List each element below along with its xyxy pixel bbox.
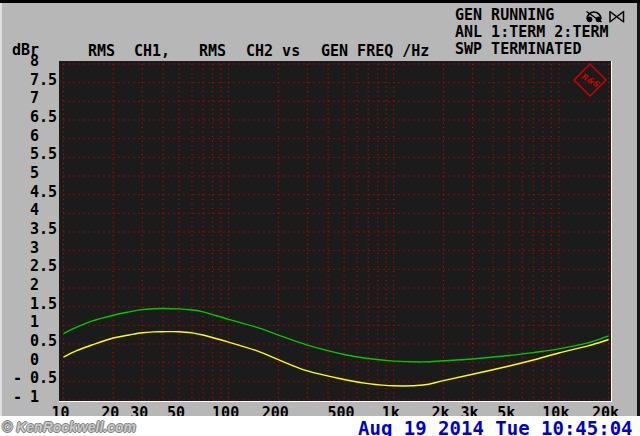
- y-tick-label: 5: [0, 165, 62, 181]
- y-tick-label: 3.5: [0, 221, 62, 237]
- y-tick-label: 5.5: [0, 146, 62, 162]
- y-tick-label: 1.5: [0, 296, 62, 312]
- plot-area: R&S: [59, 61, 612, 402]
- trace-title-ch2: CH2 vs: [246, 42, 300, 60]
- y-tick-label: 6.5: [0, 109, 62, 125]
- y-tick-label: 4: [0, 202, 62, 218]
- status-sweep: SWP TERMINATED: [455, 41, 609, 58]
- muted-headphones-icon: [587, 12, 602, 23]
- watermark: © KenRockwell.com: [2, 419, 136, 435]
- muted-speaker-icon: [610, 11, 624, 23]
- window-top-edge: [0, 0, 640, 3]
- y-tick-label: 7: [0, 90, 62, 106]
- y-tick-label: 0.5: [0, 333, 62, 349]
- trace-title-ch1: CH1,: [134, 42, 170, 60]
- analyzer-screen: GEN RUNNINGANL 1:TERM 2:TERMSWP TERMINAT…: [0, 0, 640, 436]
- y-tick-label: -1: [0, 389, 62, 405]
- status-icons: [585, 9, 627, 29]
- y-tick-label: 0: [0, 352, 62, 368]
- y-tick-label: 7.5: [0, 72, 62, 88]
- y-tick-label: 2: [0, 277, 62, 293]
- trace-rms-ch1: [64, 309, 609, 362]
- y-tick-label: 3: [0, 240, 62, 256]
- y-tick-label: 8: [0, 53, 62, 69]
- trace-rms-ch2: [64, 332, 609, 386]
- footer-bar: © KenRockwell.com Aug 19 2014 Tue 10:45:…: [0, 416, 640, 436]
- y-tick-label: -0.5: [0, 370, 62, 386]
- y-tick-label: 4.5: [0, 184, 62, 200]
- x-axis-title: GEN FREQ /Hz: [321, 42, 429, 60]
- trace-title-rms2: RMS: [199, 42, 226, 60]
- rs-logo: R&S: [572, 62, 608, 98]
- y-tick-label: 1: [0, 314, 62, 330]
- datetime-label: Aug 19 2014 Tue 10:45:04: [358, 418, 633, 436]
- y-tick-label: 6: [0, 128, 62, 144]
- trace-title-rms1: RMS: [88, 42, 115, 60]
- y-tick-label: 2.5: [0, 258, 62, 274]
